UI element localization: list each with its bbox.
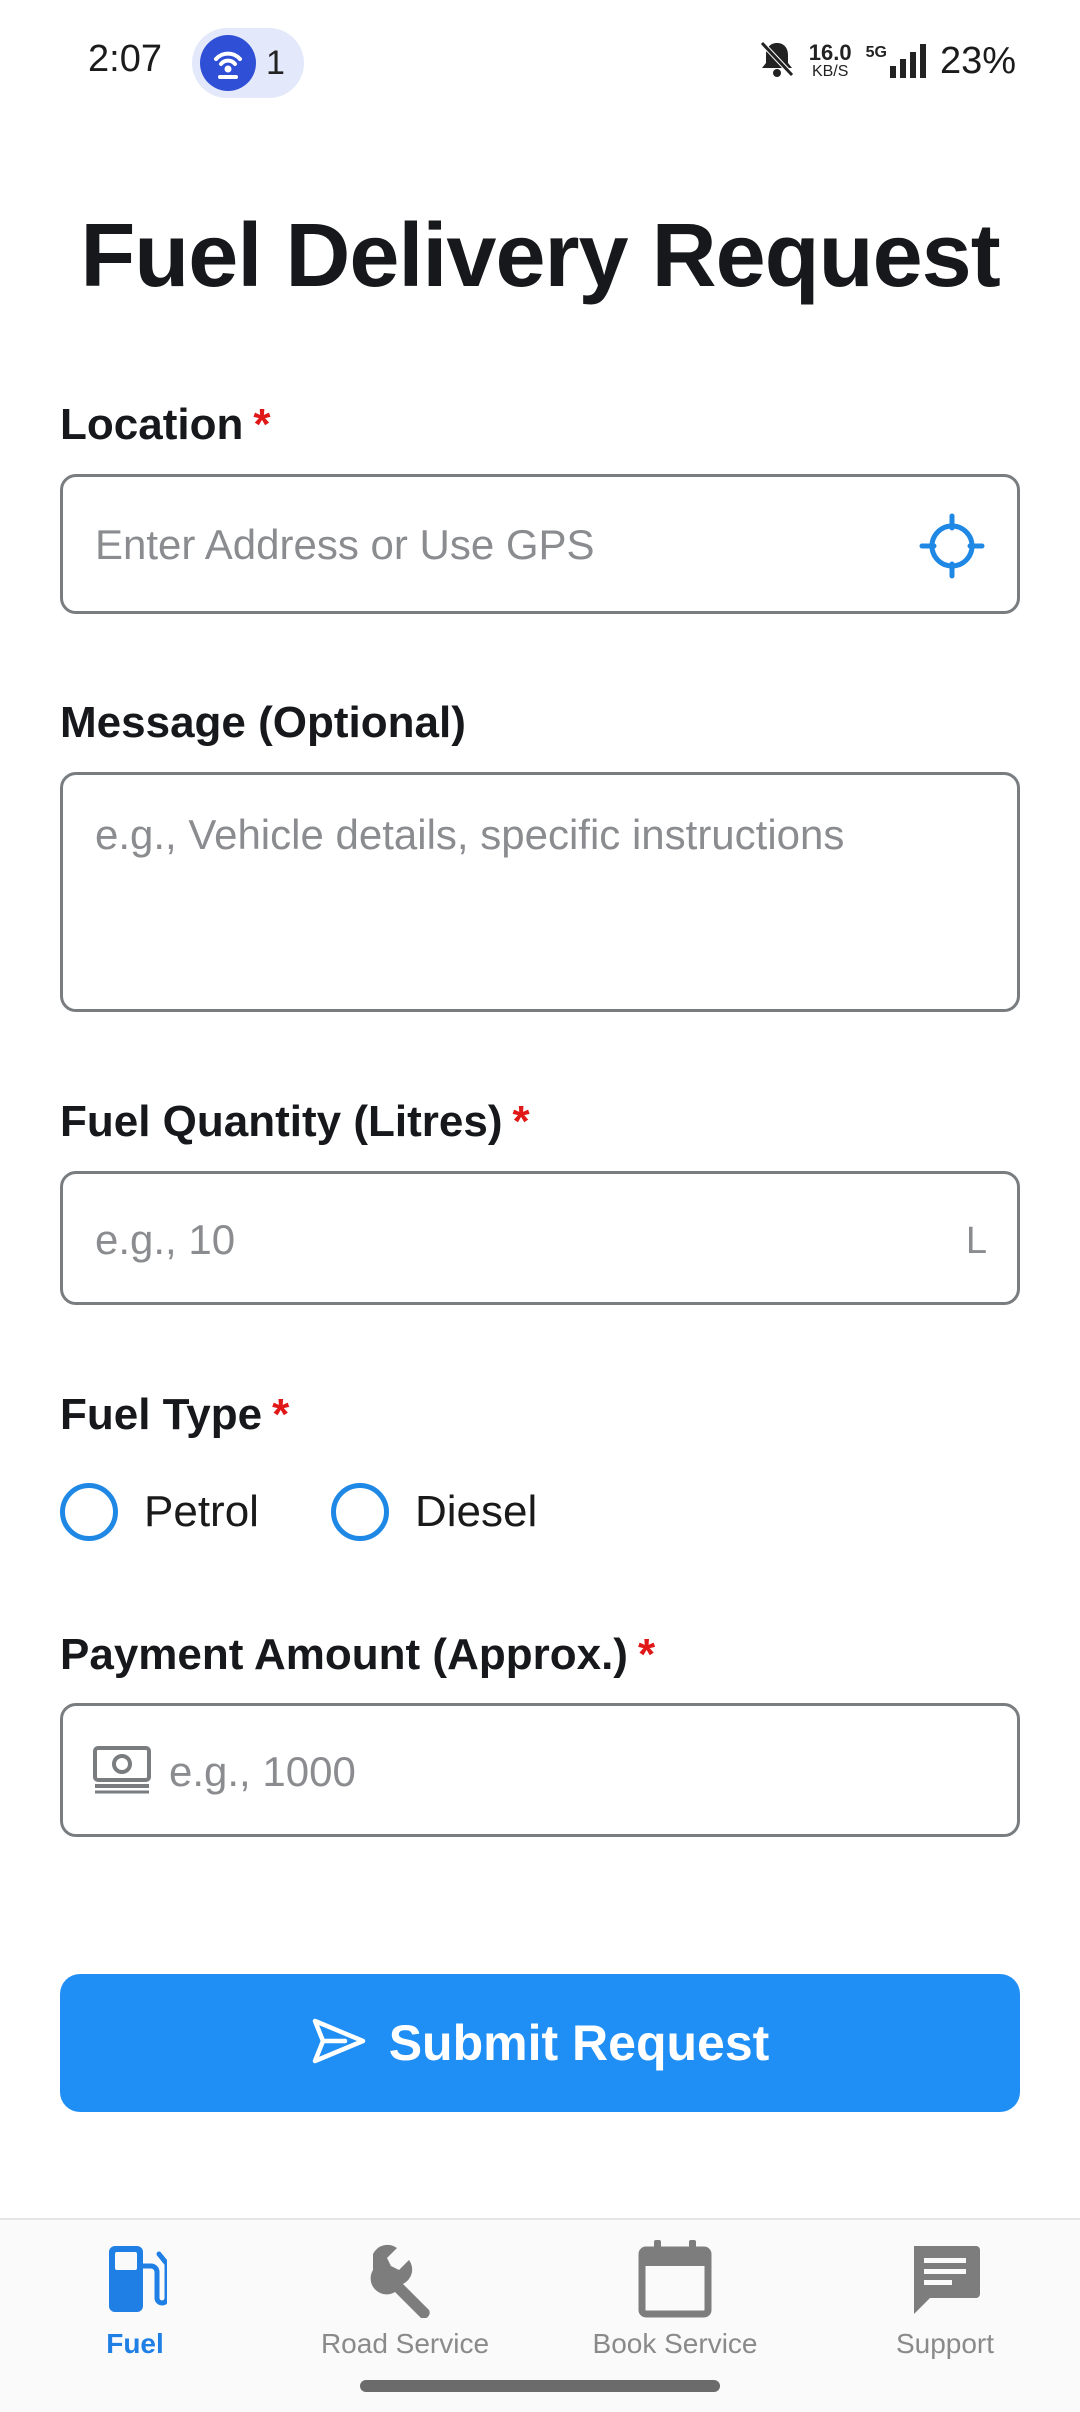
status-icons: 16.0 KB/S 5G 23% xyxy=(759,36,1016,86)
required-asterisk: * xyxy=(512,1097,530,1146)
nav-label: Support xyxy=(895,2328,995,2359)
hotspot-count: 1 xyxy=(266,44,285,82)
bell-muted-icon xyxy=(759,39,795,84)
fuel-quantity-placeholder: e.g., 10 xyxy=(95,1216,236,1263)
nav-item-fuel[interactable]: Fuel xyxy=(0,2240,270,2360)
submit-label: Submit Request xyxy=(388,2015,770,2071)
battery-level: 23% xyxy=(939,39,1016,82)
fuel-type-radio-group: Petrol Diesel xyxy=(60,1480,609,1544)
hotspot-icon xyxy=(200,35,256,91)
nav-label: Fuel xyxy=(106,2328,164,2359)
location-input[interactable]: Enter Address or Use GPS xyxy=(60,474,1020,614)
radio-button[interactable] xyxy=(60,1483,118,1541)
required-asterisk: * xyxy=(253,400,271,449)
calendar-icon xyxy=(540,2240,810,2318)
radio-option-petrol[interactable]: Petrol xyxy=(60,1483,259,1541)
radio-option-diesel[interactable]: Diesel xyxy=(330,1483,538,1541)
fuel-pump-icon xyxy=(0,2240,270,2318)
nav-item-road-service[interactable]: Road Service xyxy=(270,2240,540,2360)
wrench-icon xyxy=(270,2240,540,2319)
nav-label: Road Service xyxy=(320,2328,490,2359)
litres-suffix: L xyxy=(965,1220,987,1262)
network-speed: 16.0 KB/S xyxy=(808,40,852,80)
fuel-quantity-label: Fuel Quantity (Litres) * xyxy=(60,1097,530,1146)
location-placeholder: Enter Address or Use GPS xyxy=(95,521,595,568)
status-time: 2:07 xyxy=(88,38,162,80)
required-asterisk: * xyxy=(272,1390,290,1439)
cash-icon xyxy=(93,1746,151,1799)
message-textarea[interactable]: e.g., Vehicle details, specific instruct… xyxy=(60,772,1020,1012)
submit-request-button[interactable]: Submit Request xyxy=(60,1974,1020,2112)
crosshair-gps-icon[interactable] xyxy=(919,513,985,584)
payment-amount-input[interactable]: e.g., 1000 xyxy=(60,1703,1020,1837)
message-placeholder: e.g., Vehicle details, specific instruct… xyxy=(95,811,845,858)
signal-5g-icon: 5G xyxy=(866,44,926,78)
fuel-type-label: Fuel Type * xyxy=(60,1390,290,1439)
message-label: Message (Optional) xyxy=(60,698,466,747)
radio-label: Petrol xyxy=(144,1487,259,1536)
home-indicator[interactable] xyxy=(360,2380,720,2392)
location-label: Location * xyxy=(60,400,271,449)
fuel-quantity-input[interactable]: e.g., 10 L xyxy=(60,1171,1020,1305)
send-icon xyxy=(311,2017,367,2070)
radio-button[interactable] xyxy=(330,1483,389,1541)
page-title: Fuel Delivery Request xyxy=(80,206,1000,306)
hotspot-indicator[interactable]: 1 xyxy=(192,28,304,98)
payment-label: Payment Amount (Approx.) * xyxy=(60,1630,656,1679)
status-bar: 2:07 1 16.0 KB/S 5G 23% xyxy=(0,0,1080,124)
radio-label: Diesel xyxy=(414,1487,538,1536)
required-asterisk: * xyxy=(637,1630,656,1679)
nav-item-support[interactable]: Support xyxy=(810,2240,1080,2360)
chat-icon xyxy=(810,2240,1080,2318)
nav-item-book-service[interactable]: Book Service xyxy=(540,2240,810,2360)
payment-placeholder: e.g., 1000 xyxy=(169,1748,356,1795)
nav-label: Book Service xyxy=(592,2328,758,2359)
